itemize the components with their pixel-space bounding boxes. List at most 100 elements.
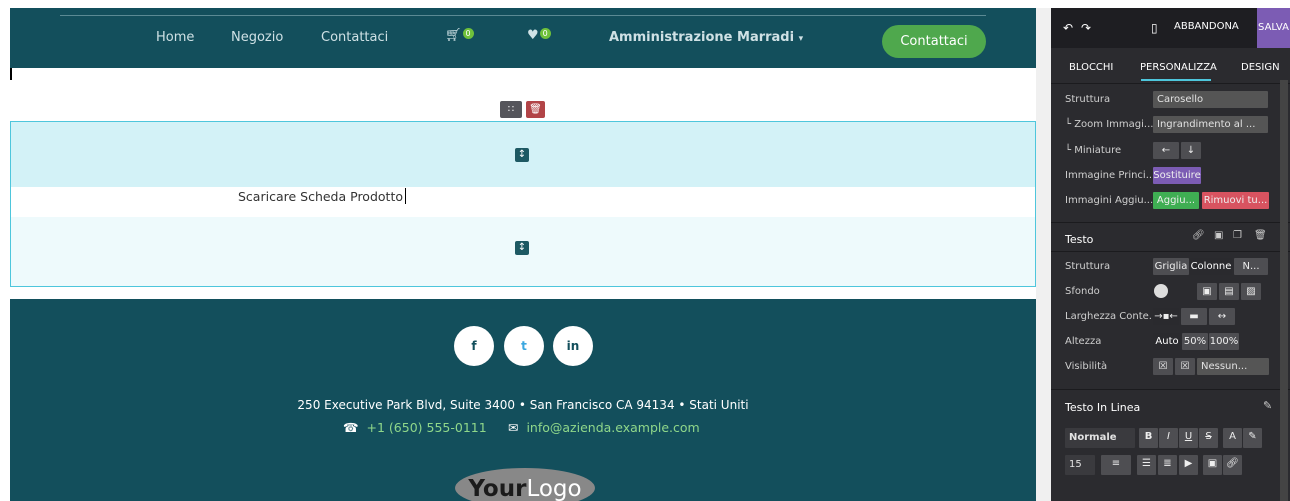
bold-icon[interactable]: B bbox=[1139, 428, 1158, 448]
footer-phone[interactable]: ☎ +1 (650) 555-0111 bbox=[343, 420, 487, 435]
bullet-list-icon[interactable]: ☰ bbox=[1137, 455, 1156, 475]
visibility-value: Nessun... bbox=[1201, 361, 1248, 372]
cart-link[interactable]: 🛒︎ 0 bbox=[445, 28, 474, 43]
customize-panel: ↶ ↷ ▯ ABBANDONA SALVA BLOCCHI PERSONALIZ… bbox=[1051, 8, 1290, 501]
insert-image-icon[interactable]: ▣ bbox=[1203, 455, 1222, 475]
page-canvas: Home Negozio Contattaci 🛒︎ 0 ♥ 0 Amministr… bbox=[10, 8, 1036, 501]
save-block-icon[interactable]: ▣ bbox=[1214, 230, 1223, 241]
resize-handle-icon[interactable]: ↕ bbox=[515, 148, 529, 162]
tab-blocks[interactable]: BLOCCHI bbox=[1069, 62, 1113, 73]
grid-option[interactable]: Griglia bbox=[1153, 258, 1189, 275]
bg-color-swatch[interactable] bbox=[1154, 284, 1168, 298]
facebook-icon[interactable]: f bbox=[454, 326, 494, 366]
twitter-icon[interactable]: t bbox=[504, 326, 544, 366]
film-icon[interactable]: ▤ bbox=[1219, 283, 1239, 300]
trash-icon[interactable]: 🗑︎ bbox=[1254, 230, 1267, 241]
link-icon[interactable]: 🔗︎ bbox=[1223, 455, 1242, 475]
redo-icon[interactable]: ↷ bbox=[1081, 21, 1091, 35]
nav-contact-link[interactable]: Contattaci bbox=[321, 30, 388, 45]
active-tab-indicator bbox=[1141, 79, 1211, 81]
footer-email[interactable]: ✉ info@azienda.example.com bbox=[508, 420, 700, 435]
spacer-section-top[interactable]: ↕ bbox=[10, 121, 1036, 187]
width-medium-icon[interactable]: ▬ bbox=[1181, 308, 1207, 325]
phone-icon: ☎ bbox=[343, 420, 359, 435]
visibility-select[interactable]: Nessun... bbox=[1197, 358, 1269, 375]
editor-root: Home Negozio Contattaci 🛒︎ 0 ♥ 0 Amministr… bbox=[0, 0, 1290, 501]
contact-cta-button[interactable]: Contattaci bbox=[882, 25, 986, 58]
text-cursor bbox=[405, 188, 406, 204]
desktop-hidden-icon[interactable]: ☒ bbox=[1153, 358, 1173, 375]
spacer-section-bottom[interactable]: ↕ bbox=[10, 217, 1036, 287]
divider bbox=[1051, 222, 1290, 223]
mobile-hidden-icon[interactable]: ☒ bbox=[1175, 358, 1195, 375]
width-narrow-icon[interactable]: →▪← bbox=[1153, 308, 1179, 325]
height-auto-option[interactable]: Auto bbox=[1153, 333, 1181, 350]
structure-label: Struttura bbox=[1065, 94, 1111, 105]
visibility-label: Visibilità bbox=[1065, 361, 1108, 372]
inline-text-title: Testo In Linea bbox=[1065, 401, 1141, 414]
eraser-icon[interactable]: ✎ bbox=[1263, 399, 1272, 412]
admin-dropdown[interactable]: Amministrazione Marradi ▾ bbox=[609, 30, 803, 45]
logo-logo: Logo bbox=[526, 476, 582, 501]
block-move-icon[interactable]: ∷ bbox=[500, 101, 522, 118]
format-select[interactable]: Normale bbox=[1065, 428, 1135, 448]
abandon-button[interactable]: ABBANDONA bbox=[1174, 21, 1239, 32]
thumbnails-label: └ Miniature bbox=[1065, 145, 1122, 156]
replace-image-button[interactable]: Sostituire bbox=[1153, 167, 1201, 184]
image-icon[interactable]: ▨ bbox=[1241, 283, 1261, 300]
zoom-select[interactable]: Ingrandimento al ... bbox=[1153, 116, 1268, 133]
phone-number: +1 (650) 555-0111 bbox=[366, 420, 487, 435]
more-structure-option[interactable]: N... bbox=[1234, 258, 1268, 275]
nav-home-link[interactable]: Home bbox=[156, 30, 194, 45]
block-delete-icon[interactable]: 🗑︎ bbox=[526, 101, 545, 118]
text-caret bbox=[10, 68, 12, 80]
align-icon[interactable]: ≡ bbox=[1101, 455, 1131, 475]
copy-icon[interactable]: ❐ bbox=[1233, 230, 1242, 241]
height-50-option[interactable]: 50% bbox=[1182, 333, 1208, 350]
width-full-icon[interactable]: ↔ bbox=[1209, 308, 1235, 325]
add-images-button[interactable]: Aggiu... bbox=[1153, 192, 1199, 209]
nav-shop-link[interactable]: Negozio bbox=[231, 30, 283, 45]
extra-images-label: Immagini Aggiu... bbox=[1065, 195, 1154, 206]
arrow-left-icon[interactable]: ← bbox=[1153, 142, 1179, 159]
numbered-list-icon[interactable]: ≣ bbox=[1158, 455, 1177, 475]
columns-option[interactable]: Colonne bbox=[1190, 258, 1232, 275]
linkedin-icon[interactable]: in bbox=[553, 326, 593, 366]
highlight-icon[interactable]: ✎ bbox=[1243, 428, 1262, 448]
undo-icon[interactable]: ↶ bbox=[1063, 21, 1073, 35]
divider bbox=[1051, 83, 1290, 84]
cart-count-badge: 0 bbox=[462, 28, 474, 39]
panel-topbar: ↶ ↷ ▯ ABBANDONA SALVA bbox=[1051, 8, 1290, 48]
strikethrough-icon[interactable]: S bbox=[1199, 428, 1218, 448]
wishlist-link[interactable]: ♥ 0 bbox=[527, 28, 551, 43]
format-value: Normale bbox=[1069, 432, 1117, 443]
tab-design[interactable]: DESIGN bbox=[1241, 62, 1280, 73]
resize-handle-icon[interactable]: ↕ bbox=[515, 241, 529, 255]
envelope-icon: ✉ bbox=[508, 420, 519, 435]
save-button[interactable]: SALVA bbox=[1257, 8, 1290, 48]
tab-customize[interactable]: PERSONALIZZA bbox=[1140, 62, 1217, 73]
email-address: info@azienda.example.com bbox=[526, 420, 700, 435]
font-size-select[interactable]: 15 bbox=[1065, 455, 1095, 475]
height-label: Altezza bbox=[1065, 336, 1102, 347]
play-icon[interactable]: ▶ bbox=[1179, 455, 1198, 475]
admin-name: Amministrazione Marradi bbox=[609, 30, 795, 45]
height-100-option[interactable]: 100% bbox=[1209, 333, 1239, 350]
panel-scrollbar[interactable] bbox=[1280, 80, 1288, 501]
text-row[interactable] bbox=[10, 187, 1036, 217]
top-nav-bar: Home Negozio Contattaci 🛒︎ 0 ♥ 0 Amministr… bbox=[10, 8, 1036, 68]
remove-all-images-button[interactable]: Rimuovi tu... bbox=[1202, 192, 1269, 209]
background-label: Sfondo bbox=[1065, 286, 1100, 297]
mobile-icon[interactable]: ▯ bbox=[1151, 21, 1158, 35]
structure-select[interactable]: Carosello bbox=[1153, 91, 1268, 108]
camera-icon[interactable]: ▣ bbox=[1197, 283, 1217, 300]
canvas-scrollbar[interactable] bbox=[1036, 8, 1051, 501]
link-icon[interactable]: 🔗︎ bbox=[1192, 230, 1205, 241]
text-color-icon[interactable]: A bbox=[1223, 428, 1242, 448]
download-spec-text[interactable]: Scaricare Scheda Prodotto bbox=[238, 189, 403, 204]
italic-icon[interactable]: I bbox=[1159, 428, 1178, 448]
text-section-title: Testo bbox=[1065, 233, 1094, 246]
arrow-down-icon[interactable]: ↓ bbox=[1181, 142, 1201, 159]
underline-icon[interactable]: U bbox=[1179, 428, 1198, 448]
zoom-value: Ingrandimento al ... bbox=[1157, 119, 1256, 130]
